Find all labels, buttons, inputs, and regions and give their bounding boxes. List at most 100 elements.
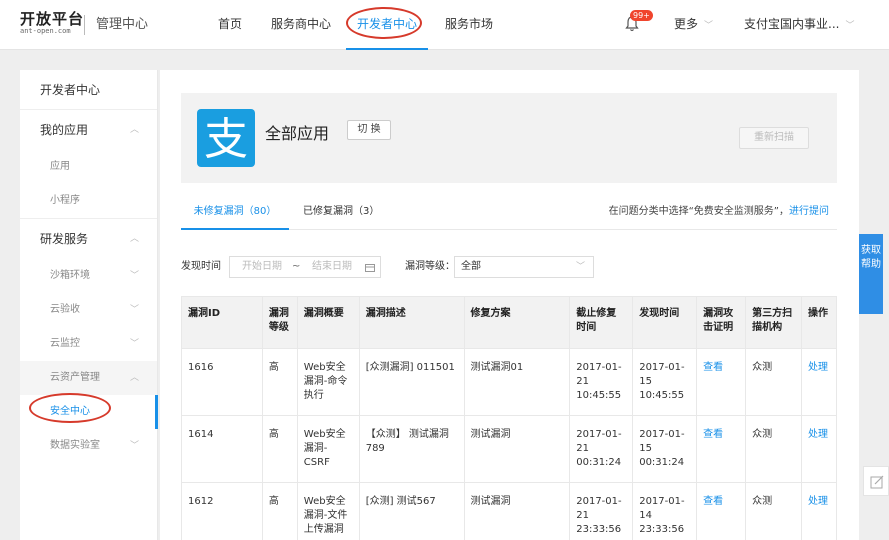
cell-deadline: 2017-01-21 10:45:55 xyxy=(569,348,634,416)
tab-fixed[interactable]: 已修复漏洞（3） xyxy=(303,198,379,230)
time-filter-label: 发现时间 xyxy=(181,261,221,272)
ask-question-link[interactable]: 进行提问 xyxy=(789,206,829,217)
more-label: 更多 xyxy=(674,17,699,31)
cell-description: [众测漏洞] 011501 xyxy=(358,348,465,416)
more-menu[interactable]: 更多 ﹀ xyxy=(674,0,713,50)
chevron-down-icon: ﹀ xyxy=(129,305,139,315)
cell-level: 高 xyxy=(261,415,298,483)
col-header: 漏洞概要 xyxy=(296,296,360,349)
cell-found-time: 2017-01-15 10:45:55 xyxy=(632,348,698,416)
sidebar-group-my-apps[interactable]: 我的应用 ︿ xyxy=(20,110,157,150)
cell-deadline: 2017-01-21 23:33:56 xyxy=(569,482,634,540)
chevron-down-icon: ﹀ xyxy=(129,441,139,451)
level-filter-label: 漏洞等级： xyxy=(405,261,455,272)
hint-label: 在问题分类中选择“免费安全监测服务”， xyxy=(608,206,789,217)
calendar-icon xyxy=(365,264,375,272)
sidebar-item-cloud-monitor[interactable]: 云监控 ﹀ xyxy=(20,327,157,361)
nav-service-market[interactable]: 服务市场 xyxy=(445,0,493,50)
view-proof-link[interactable]: 查看 xyxy=(696,348,747,416)
alipay-logo-icon: 支 xyxy=(197,109,255,167)
table-header-row: 漏洞ID 漏洞等级 漏洞概要 漏洞描述 修复方案 截止修复时间 发现时间 漏洞攻… xyxy=(181,296,838,349)
cell-scanner: 众测 xyxy=(745,415,802,483)
col-header: 漏洞等级 xyxy=(261,296,298,349)
start-date-placeholder: 开始日期 xyxy=(242,261,282,272)
sidebar-item-apps[interactable]: 应用 xyxy=(20,150,157,184)
cell-found-time: 2017-01-14 23:33:56 xyxy=(632,482,698,540)
filter-bar: 发现时间 开始日期 ~ 结束日期 漏洞等级： 全部 ﹀ xyxy=(181,256,837,278)
col-header: 修复方案 xyxy=(463,296,571,349)
sidebar-group-rd-services[interactable]: 研发服务 ︿ xyxy=(20,219,157,259)
feedback-button[interactable] xyxy=(863,466,889,496)
table-row: 1616 高 Web安全漏洞-命令执行 [众测漏洞] 011501 测试漏洞01… xyxy=(181,348,838,416)
get-help-button[interactable]: 获取帮助 xyxy=(859,234,883,314)
logo-domain: ant-open.com xyxy=(20,27,71,35)
nav-service-center[interactable]: 服务商中心 xyxy=(271,0,331,50)
cell-scanner: 众测 xyxy=(745,348,802,416)
app-card: 支 全部应用 切 换 重新扫描 xyxy=(181,93,837,183)
svg-text:支: 支 xyxy=(204,114,248,165)
cell-fix-plan: 测试漏洞 xyxy=(463,415,571,483)
chevron-down-icon: ﹀ xyxy=(575,262,585,272)
notification-badge: 99+ xyxy=(630,10,653,21)
cell-summary: Web安全漏洞-CSRF xyxy=(296,415,360,483)
chevron-down-icon: ﹀ xyxy=(129,339,139,349)
sidebar-title: 开发者中心 xyxy=(20,70,157,110)
cell-found-time: 2017-01-15 00:31:24 xyxy=(632,415,698,483)
rescan-button[interactable]: 重新扫描 xyxy=(739,127,809,149)
switch-button[interactable]: 切 换 xyxy=(347,120,391,140)
col-header: 截止修复时间 xyxy=(569,296,634,349)
sidebar-item-cloud-acceptance[interactable]: 云验收 ﹀ xyxy=(20,293,157,327)
cell-id: 1614 xyxy=(181,415,263,483)
sidebar-group-label: 我的应用 xyxy=(40,123,89,137)
annotation-circle xyxy=(346,7,422,39)
end-date-placeholder: 结束日期 xyxy=(312,261,352,272)
sidebar-item-label: 云资产管理 xyxy=(50,372,100,383)
handle-link[interactable]: 处理 xyxy=(800,482,838,540)
sidebar-item-cloud-assets[interactable]: 云资产管理 ︿ xyxy=(20,361,157,395)
level-select-value: 全部 xyxy=(461,261,481,272)
cell-level: 高 xyxy=(261,348,298,416)
view-proof-link[interactable]: 查看 xyxy=(696,415,747,483)
tab-unfixed[interactable]: 未修复漏洞（80） xyxy=(181,198,289,230)
view-proof-link[interactable]: 查看 xyxy=(696,482,747,540)
sidebar-item-label: 数据实验室 xyxy=(50,440,100,451)
sidebar-item-label: 沙箱环境 xyxy=(50,270,90,281)
account-menu[interactable]: 支付宝国内事业... ﹀ xyxy=(744,0,854,50)
chevron-down-icon: ﹀ xyxy=(129,271,139,281)
sidebar-item-mini-program[interactable]: 小程序 xyxy=(20,184,157,218)
nav-home[interactable]: 首页 xyxy=(218,0,242,50)
cell-summary: Web安全漏洞-文件上传漏洞 xyxy=(296,482,360,540)
annotation-circle xyxy=(29,393,111,423)
date-range-picker[interactable]: 开始日期 ~ 结束日期 xyxy=(229,256,381,278)
sidebar-item-data-lab[interactable]: 数据实验室 ﹀ xyxy=(20,429,157,463)
hint-text: 在问题分类中选择“免费安全监测服务”，进行提问 xyxy=(609,198,829,226)
active-indicator xyxy=(155,395,158,429)
logo-text: 开放平台 xyxy=(20,10,85,28)
main-content: 支 全部应用 切 换 重新扫描 未修复漏洞（80） 已修复漏洞（3） 在问题分类… xyxy=(160,70,859,540)
sidebar-item-label: 云监控 xyxy=(50,338,80,349)
tab-bar: 未修复漏洞（80） 已修复漏洞（3） 在问题分类中选择“免费安全监测服务”，进行… xyxy=(181,198,837,230)
edit-icon xyxy=(870,475,884,489)
cell-deadline: 2017-01-21 00:31:24 xyxy=(569,415,634,483)
sidebar-group-label: 研发服务 xyxy=(40,232,89,246)
alipay-glyph-icon: 支 xyxy=(204,114,248,165)
logo[interactable]: 开放平台 ant-open.com xyxy=(20,12,84,36)
handle-link[interactable]: 处理 xyxy=(800,415,838,483)
cell-summary: Web安全漏洞-命令执行 xyxy=(296,348,360,416)
cell-fix-plan: 测试漏洞01 xyxy=(463,348,571,416)
chevron-down-icon: ﹀ xyxy=(704,21,714,31)
col-header: 操作 xyxy=(800,296,838,349)
level-select[interactable]: 全部 ﹀ xyxy=(454,256,594,278)
cell-level: 高 xyxy=(261,482,298,540)
cell-fix-plan: 测试漏洞 xyxy=(463,482,571,540)
cell-id: 1612 xyxy=(181,482,263,540)
cell-description: [众测] 测试567 xyxy=(358,482,465,540)
table-row: 1614 高 Web安全漏洞-CSRF 【众测】 测试漏洞789 测试漏洞 20… xyxy=(181,415,838,483)
sidebar: 开发者中心 我的应用 ︿ 应用 小程序 研发服务 ︿ 沙箱环境 ﹀ 云验收 ﹀ 云监控 ﹀… xyxy=(20,70,158,540)
table-row: 1612 高 Web安全漏洞-文件上传漏洞 [众测] 测试567 测试漏洞 20… xyxy=(181,482,838,540)
top-navbar: 开放平台 ant-open.com 管理中心 首页 服务商中心 开发者中心 服务… xyxy=(0,0,889,50)
chevron-up-icon: ︿ xyxy=(129,125,139,135)
handle-link[interactable]: 处理 xyxy=(800,348,838,416)
col-header: 漏洞攻击证明 xyxy=(696,296,747,349)
sidebar-item-sandbox[interactable]: 沙箱环境 ﹀ xyxy=(20,259,157,293)
